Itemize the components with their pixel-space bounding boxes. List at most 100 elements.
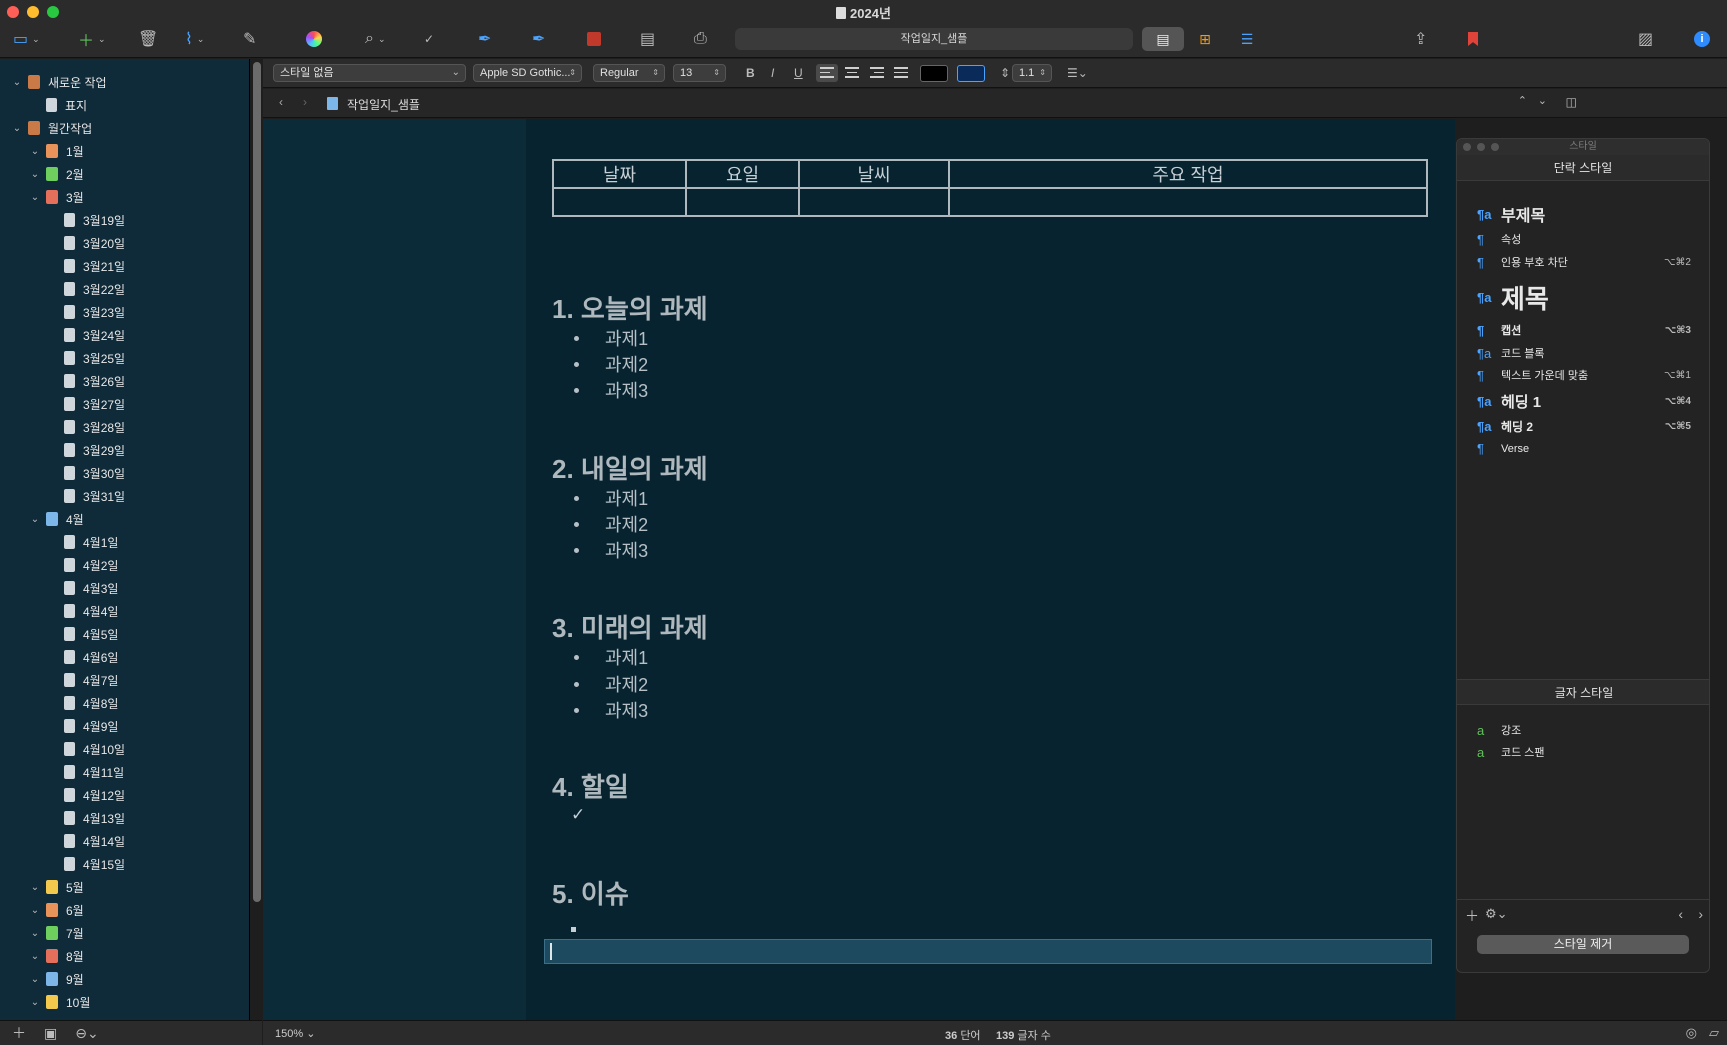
font-family-select[interactable]: Apple SD Gothic... ⇕ [473, 64, 582, 82]
page-view-icon[interactable]: ▤ [1142, 27, 1184, 51]
sidebar-item[interactable]: 3월27일 [0, 393, 249, 415]
info-icon[interactable]: i [1694, 29, 1710, 49]
add-folder-icon[interactable]: ▣ [44, 1025, 57, 1042]
chevron-down-icon[interactable]: ⌄ [30, 514, 40, 525]
chevron-down-icon[interactable]: ⌄ [30, 951, 40, 962]
list-item[interactable]: 과제1 [574, 485, 648, 511]
search-icon[interactable]: ⌕ ⌄ [365, 29, 386, 49]
outline-view-icon[interactable]: ☰ [1226, 27, 1268, 51]
text-color-swatch[interactable] [920, 65, 948, 82]
add-item-icon[interactable]: ＋ [12, 1023, 26, 1043]
sidebar-item[interactable]: ⌄ 2월 [0, 163, 249, 185]
panel-minimize-button[interactable] [1477, 143, 1485, 151]
list-item[interactable]: 과제2 [574, 511, 648, 537]
chevron-down-icon[interactable]: ⌄ [30, 882, 40, 893]
chevron-down-icon[interactable]: ⌄ [30, 146, 40, 157]
sidebar-item[interactable]: 4월7일 [0, 669, 249, 691]
style-item-center-text[interactable]: ¶ 텍스트 가운데 맞춤 ⌥⌘1 [1477, 367, 1691, 383]
sidebar-item[interactable]: 3월30일 [0, 462, 249, 484]
compose-mode-icon[interactable]: ▨ [1638, 29, 1653, 49]
sidebar-item[interactable]: 3월19일 [0, 209, 249, 231]
font-weight-select[interactable]: Regular ⇕ [593, 64, 665, 82]
next-doc-icon[interactable]: ⌄ [1538, 94, 1547, 107]
split-view-icon[interactable]: ◫ [1566, 95, 1577, 109]
sidebar-item[interactable]: 4월9일 [0, 715, 249, 737]
style-item-caption[interactable]: ¶ 캡션 ⌥⌘3 [1477, 322, 1691, 338]
char-style-item-code-span[interactable]: a 코드 스팬 [1477, 744, 1691, 760]
chevron-left-icon[interactable]: ‹ [1678, 906, 1683, 922]
align-center-button[interactable] [841, 64, 863, 82]
sidebar-item[interactable]: ⌄ 6월 [0, 899, 249, 921]
sidebar-item[interactable]: ⌄ 8월 [0, 945, 249, 967]
char-style-item-emphasis[interactable]: a 강조 [1477, 722, 1691, 738]
chevron-down-icon[interactable]: ⌄ [30, 974, 40, 985]
sidebar-item[interactable]: 3월25일 [0, 347, 249, 369]
zoom-select[interactable]: 150% ⌄ [275, 1027, 315, 1040]
sidebar-item[interactable]: ⌄ 새로운 작업 [0, 71, 249, 93]
sidebar-item[interactable]: 4월3일 [0, 577, 249, 599]
section-heading[interactable]: 2. 내일의 과제 [552, 449, 708, 486]
sidebar-item[interactable]: 3월24일 [0, 324, 249, 346]
previous-doc-icon[interactable]: ⌃ [1518, 94, 1527, 107]
share-icon[interactable]: ⇪ [1414, 29, 1427, 49]
sidebar-item[interactable]: 4월11일 [0, 761, 249, 783]
current-line-highlight[interactable] [544, 939, 1432, 964]
sidebar-item[interactable]: 4월13일 [0, 807, 249, 829]
sidebar-item[interactable]: 4월1일 [0, 531, 249, 553]
more-options-icon[interactable]: ⊖⌄ [75, 1025, 98, 1042]
print-icon[interactable]: ⎙ [694, 29, 707, 49]
section-heading[interactable]: 4. 할일 [552, 767, 629, 804]
panel-zoom-button[interactable] [1491, 143, 1499, 151]
list-item[interactable]: 과제2 [574, 671, 648, 697]
sidebar-item[interactable]: 3월31일 [0, 485, 249, 507]
sidebar-item[interactable]: 4월10일 [0, 738, 249, 760]
trash-icon[interactable]: 🗑 [138, 29, 158, 49]
align-left-button[interactable] [816, 64, 838, 82]
sidebar-item[interactable]: ⌄ 7월 [0, 922, 249, 944]
bold-button[interactable]: B [746, 64, 755, 82]
list-item[interactable]: 과제3 [574, 697, 648, 723]
sidebar-item[interactable]: 4월6일 [0, 646, 249, 668]
notes-icon[interactable]: ▱ [1709, 1025, 1719, 1041]
section-heading[interactable]: 1. 오늘의 과제 [552, 289, 708, 326]
style-item-verse[interactable]: ¶ Verse [1477, 441, 1691, 456]
table-cell[interactable] [685, 187, 800, 217]
add-style-icon[interactable]: ＋ [1465, 906, 1479, 926]
style-item-code-block[interactable]: ¶a 코드 블록 [1477, 345, 1691, 361]
underline-button[interactable]: U [794, 64, 803, 82]
chevron-right-icon[interactable]: › [1698, 906, 1703, 922]
color-wheel-icon[interactable] [306, 29, 322, 49]
list-item[interactable]: 과제1 [574, 644, 648, 670]
sidebar-item[interactable]: ⌄ 10월 [0, 991, 249, 1013]
grid-view-icon[interactable]: ⊞ [1184, 27, 1226, 51]
style-item-blockquote[interactable]: ¶ 인용 부호 차단 ⌥⌘2 [1477, 254, 1691, 270]
chevron-down-icon[interactable]: ⌄ [30, 928, 40, 939]
style-item-attribute[interactable]: ¶ 속성 [1477, 231, 1691, 247]
justify-button[interactable] [890, 64, 912, 82]
paragraph-style-select[interactable]: 스타일 없음 ⌄ [273, 64, 466, 82]
sidebar-item[interactable]: 4월2일 [0, 554, 249, 576]
sidebar-item[interactable]: ⌄ 5월 [0, 876, 249, 898]
chevron-down-icon[interactable]: ⌄ [12, 77, 22, 88]
sidebar-item[interactable]: 3월22일 [0, 278, 249, 300]
gear-icon[interactable]: ⚙⌄ [1485, 906, 1508, 922]
sidebar-item[interactable]: 3월23일 [0, 301, 249, 323]
table-header-weather[interactable]: 날씨 [798, 159, 950, 189]
pen-icon[interactable]: ✒ [478, 29, 491, 49]
sidebar-item[interactable]: 3월20일 [0, 232, 249, 254]
align-right-button[interactable] [866, 64, 888, 82]
section-heading[interactable]: 5. 이슈 [552, 874, 629, 911]
list-item[interactable]: 과제2 [574, 351, 648, 377]
chevron-down-icon[interactable]: ⌄ [30, 905, 40, 916]
list-item[interactable]: 과제1 [574, 325, 648, 351]
chevron-down-icon[interactable]: ⌄ [30, 192, 40, 203]
table-cell[interactable] [948, 187, 1428, 217]
sidebar-item[interactable]: 3월26일 [0, 370, 249, 392]
style-item-heading-1[interactable]: ¶a 헤딩 1 ⌥⌘4 [1477, 391, 1691, 412]
sidebar-item[interactable]: 3월29일 [0, 439, 249, 461]
bookmark-icon[interactable] [1468, 29, 1478, 49]
italic-button[interactable]: I [771, 64, 774, 82]
sidebar-item[interactable]: ⌄ 3월 [0, 186, 249, 208]
sidebar-item[interactable]: 4월5일 [0, 623, 249, 645]
chevron-down-icon[interactable]: ⌄ [12, 123, 22, 134]
